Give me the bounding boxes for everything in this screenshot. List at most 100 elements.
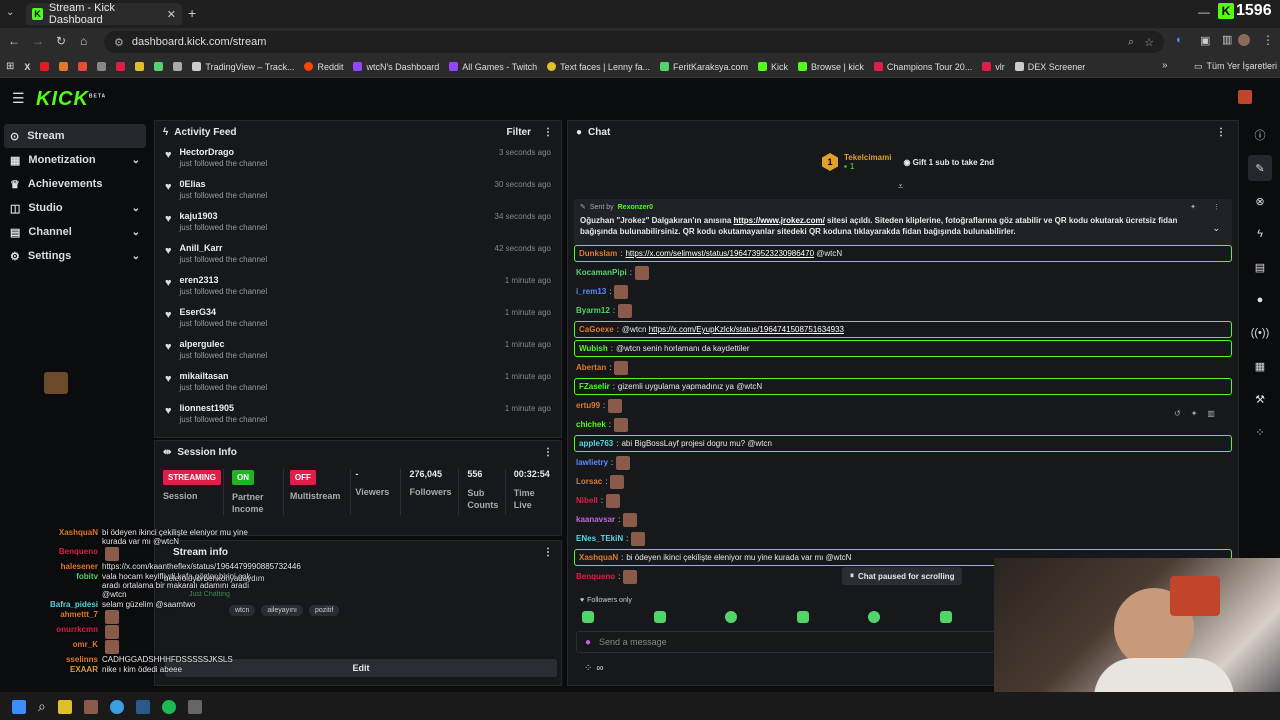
bookmark-star-icon[interactable]: ☆	[1144, 36, 1154, 49]
chat-username[interactable]: KocamanPipi	[576, 268, 627, 277]
chat-username[interactable]: Dunkslam	[579, 249, 617, 258]
bookmark-wtcn-dashboard[interactable]: wtcN's Dashboard	[353, 62, 439, 72]
more-options-icon[interactable]: ⋮	[1213, 203, 1220, 211]
chat-message[interactable]: ENes_TEkiN:	[572, 530, 1234, 547]
bookmark-icon-8[interactable]	[154, 62, 164, 71]
chat-message[interactable]: Abertan:	[572, 359, 1234, 376]
tab-list-icon[interactable]: ⌄	[6, 7, 14, 18]
chat-username[interactable]: Wubish	[579, 344, 608, 353]
x-bookmark-icon[interactable]: X	[24, 62, 30, 72]
sidebar-item-studio[interactable]: ◫ Studio ⌄	[0, 196, 150, 220]
app-icon[interactable]	[187, 699, 202, 714]
chat-username[interactable]: Byarm12	[576, 306, 610, 315]
pin-icon[interactable]: ✦	[1191, 409, 1198, 418]
hamburger-menu-icon[interactable]: ☰	[12, 90, 25, 107]
bookmark-twitch-games[interactable]: All Games - Twitch	[449, 62, 537, 72]
bookmark-browse-kick[interactable]: Browse | kick	[798, 62, 864, 72]
sidebar-item-monetization[interactable]: ▦ Monetization ⌄	[0, 148, 150, 172]
bookmark-ferit[interactable]: FeritKaraksya.com	[659, 62, 748, 72]
chat-message[interactable]: ertu99:	[572, 397, 1234, 414]
sidebar-item-achievements[interactable]: ♛ Achievements	[0, 172, 150, 196]
chat-message[interactable]: Byarm12:	[572, 302, 1234, 319]
more-options-icon[interactable]: ⋮	[543, 127, 553, 138]
stream-tag[interactable]: aileyayını	[261, 605, 303, 616]
gift-cta[interactable]: ◉ Gift 1 sub to take 2nd	[903, 158, 994, 167]
windows-start-icon[interactable]	[12, 699, 26, 714]
spotify-icon[interactable]	[161, 699, 176, 714]
list-icon[interactable]: ▦	[1248, 353, 1272, 379]
chat-username[interactable]: Nibell	[576, 496, 598, 505]
follower-name[interactable]: kaju1903	[180, 211, 268, 221]
emote-icon[interactable]	[868, 611, 881, 623]
close-tab-icon[interactable]: ✕	[167, 8, 176, 21]
youtube-bookmark-icon[interactable]	[40, 62, 50, 71]
bookmark-icon-9[interactable]	[173, 62, 183, 71]
more-options-icon[interactable]: ⋮	[543, 547, 553, 558]
follower-name[interactable]: EserG34	[180, 307, 268, 317]
chat-username[interactable]: chichek	[576, 420, 606, 429]
more-options-icon[interactable]: ⋮	[1216, 127, 1226, 138]
site-info-icon[interactable]: ⚙	[114, 36, 124, 49]
broadcast-icon[interactable]: ((•))	[1248, 320, 1272, 346]
gmail-bookmark-icon[interactable]	[78, 62, 88, 71]
chat-message[interactable]: CaGoexe: @wtcn https://x.com/EyupKzlck/st…	[574, 321, 1232, 338]
more-bookmarks-icon[interactable]: »	[1162, 60, 1168, 71]
follower-name[interactable]: 0Elias	[180, 179, 268, 189]
chat-message[interactable]: i_rem13:	[572, 283, 1234, 300]
chat-message[interactable]: Dunkslam: https://x.com/selimwst/status/1…	[574, 245, 1232, 262]
chat-username[interactable]: lawlietry	[576, 458, 608, 467]
emote-icon[interactable]	[582, 611, 594, 623]
follower-name[interactable]: alpergulec	[180, 339, 268, 349]
follower-name[interactable]: lionnest1905	[180, 403, 268, 413]
chat-message[interactable]: Lorsac:	[572, 473, 1234, 490]
steam-icon[interactable]	[135, 699, 150, 714]
chat-username[interactable]: Abertan	[576, 363, 606, 372]
bookmark-tradingview[interactable]: TradingView – Track...	[192, 62, 294, 72]
chat-username[interactable]: Lorsac	[576, 477, 602, 486]
wrench-icon[interactable]: ⚒	[1248, 386, 1272, 412]
emote-icon[interactable]	[796, 611, 809, 623]
sidepanel-icon[interactable]: ▥	[1222, 33, 1232, 46]
bookmark-kick[interactable]: Kick	[758, 62, 788, 72]
chat-message[interactable]: KocamanPipi:	[572, 264, 1234, 281]
chat-paused-banner[interactable]: ⏸ Chat paused for scrolling	[842, 567, 963, 585]
more-options-icon[interactable]: ⋮	[543, 447, 553, 458]
chat-username[interactable]: ertu99	[576, 401, 600, 410]
sidebar-item-channel[interactable]: ▤ Channel ⌄	[0, 220, 150, 244]
sidebar-item-stream[interactable]: ⊙ Stream	[4, 124, 146, 148]
users-icon[interactable]: ⁘	[584, 663, 592, 674]
chat-message[interactable]: lawlietry:	[572, 454, 1234, 471]
chat-username[interactable]: kaanavsar	[576, 515, 615, 524]
users-icon[interactable]: ⁘	[1248, 419, 1272, 445]
chat-message[interactable]: Wubish: @wtcn senin horlamanı da kaydetti…	[574, 340, 1232, 357]
reload-icon[interactable]: ↻	[56, 34, 66, 48]
info-icon[interactable]: ⓘ	[1248, 122, 1272, 148]
chat-message[interactable]: chichek:	[572, 416, 1234, 433]
chat-username[interactable]: Benqueno	[576, 572, 615, 581]
search-icon[interactable]: ⌕	[38, 698, 46, 715]
profile-avatar[interactable]	[1238, 34, 1250, 46]
chrome-icon[interactable]	[109, 699, 124, 714]
chat-username[interactable]: apple763	[579, 439, 613, 448]
kick-logo[interactable]: KICKBETA	[36, 88, 106, 111]
minimize-icon[interactable]: —	[1198, 5, 1210, 19]
file-explorer-icon[interactable]	[57, 699, 72, 714]
infinity-icon[interactable]: ∞	[596, 663, 603, 674]
bookmark-icon-7[interactable]	[135, 62, 145, 71]
clipboard-icon[interactable]: ▤	[1248, 254, 1272, 280]
home-icon[interactable]: ⌂	[80, 34, 87, 48]
bookmarks-folder[interactable]: ▭ Tüm Yer İşaretleri	[1194, 61, 1277, 72]
bookmark-icon-3[interactable]	[59, 62, 69, 71]
emote-icon[interactable]	[725, 611, 738, 623]
follower-name[interactable]: eren2313	[180, 275, 268, 285]
user-avatar[interactable]	[1238, 90, 1252, 104]
new-tab-icon[interactable]: +	[188, 5, 196, 21]
chat-username[interactable]: ENes_TEkiN	[576, 534, 623, 543]
bookmark-icon-5[interactable]	[97, 62, 107, 71]
follower-name[interactable]: Anill_Karr	[180, 243, 268, 253]
bookmark-reddit[interactable]: Reddit	[304, 62, 343, 72]
forward-icon[interactable]: →	[32, 34, 44, 48]
url-input[interactable]: ⚙ dashboard.kick.com/stream ⌕ ☆	[104, 31, 1164, 53]
chat-username[interactable]: FZaselir	[579, 382, 610, 391]
lightning-icon[interactable]: ϟ	[1248, 221, 1272, 247]
